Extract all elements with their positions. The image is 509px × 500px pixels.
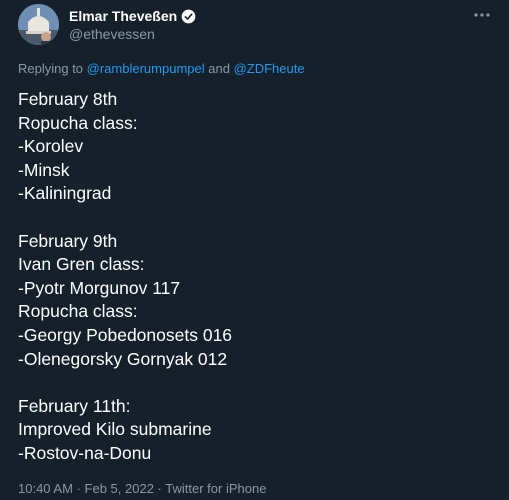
tweet-line: -Georgy Pobedonosets 016 (18, 324, 233, 345)
more-options-icon[interactable] (471, 4, 493, 26)
tweet-meta: 10:40 AM · Feb 5, 2022 · Twitter for iPh… (18, 481, 266, 496)
verified-badge-icon (181, 9, 196, 24)
tweet-line: February 8th (18, 89, 118, 109)
tweet-time[interactable]: 10:40 AM (18, 481, 73, 496)
tweet-line: Improved Kilo submarine (18, 419, 212, 440)
author-handle[interactable]: @ethevessen (69, 26, 155, 42)
replying-prefix: Replying to (18, 61, 84, 76)
tweet-line: Ropucha class: (18, 112, 138, 133)
tweet-date[interactable]: Feb 5, 2022 (85, 481, 154, 496)
meta-separator: · (157, 481, 162, 496)
mention-link-1[interactable]: @ramblerumpumpel (87, 61, 205, 76)
tweet-source[interactable]: Twitter for iPhone (165, 481, 266, 496)
tweet-line: Ivan Gren class: (18, 254, 145, 275)
tweet-line: -Olenegorsky Gornyak 012 (18, 348, 228, 369)
avatar[interactable] (18, 4, 59, 45)
tweet-line: February 11th: (18, 395, 131, 416)
meta-separator: · (76, 481, 81, 496)
avatar-image (18, 4, 59, 45)
replying-to: Replying to @ramblerumpumpel and @ZDFheu… (18, 61, 305, 76)
author-name-row[interactable]: Elmar Theveßen (69, 8, 196, 24)
tweet-line: -Minsk (18, 159, 70, 180)
tweet-line: Ropucha class: (18, 301, 138, 322)
author-name[interactable]: Elmar Theveßen (69, 8, 177, 24)
tweet-line: -Pyotr Morgunov 117 (18, 277, 181, 298)
tweet-line: -Rostov-na-Donu (18, 442, 152, 463)
tweet-line: -Kaliningrad (18, 183, 112, 204)
replying-connector: and (208, 61, 230, 76)
mention-link-2[interactable]: @ZDFheute (234, 61, 305, 76)
tweet-line: -Korolev (18, 136, 84, 157)
tweet-text: February 8th Ropucha class: -Korolev -Mi… (18, 88, 488, 466)
tweet: Elmar Theveßen @ethevessen Replying to @… (0, 0, 509, 500)
tweet-line: February 9th (18, 230, 118, 251)
